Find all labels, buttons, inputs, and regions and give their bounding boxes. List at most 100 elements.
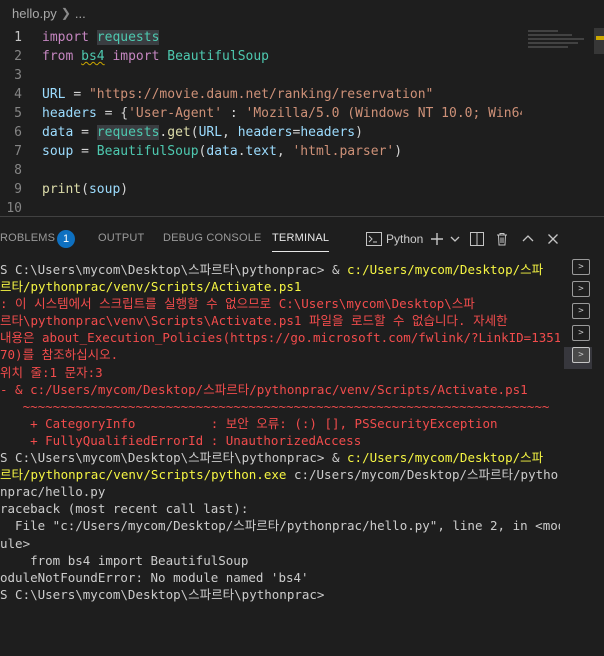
code-line-8: 8	[0, 161, 522, 180]
code-editor[interactable]: 1 import requests 2 from bs4 import Beau…	[0, 28, 522, 214]
terminal-tab-icon[interactable]: >	[572, 347, 590, 363]
terminal-line: raceback (most recent call last):	[0, 500, 560, 517]
code-token: requests	[96, 30, 160, 45]
terminal-text: 르타/pythonprac/venv/Scripts/Activate.ps1	[0, 279, 302, 295]
terminal-text: c:/Users/mycom/Desktop/스파	[347, 262, 544, 277]
code-token: from	[42, 49, 74, 64]
terminal-line: 위치 줄:1 문자:3	[0, 364, 560, 381]
code-line-5: 5 headers = {'User-Agent' : 'Mozilla/5.0…	[0, 104, 522, 123]
code-line-7: 7 soup = BeautifulSoup(data.text, 'html.…	[0, 142, 522, 161]
line-number: 1	[14, 30, 22, 45]
split-terminal-button[interactable]	[470, 229, 484, 249]
line-number: 6	[14, 125, 22, 140]
terminal-list: > > > > >	[564, 259, 594, 369]
terminal-text: 르타/pythonprac/venv/Scripts/python.exe	[0, 467, 294, 483]
terminal-text: 위치 줄:1 문자:3	[0, 364, 103, 380]
terminal-text: - & c:/Users/mycom/Desktop/스파르타/pythonpr…	[0, 381, 528, 397]
terminal-profile-label: Python	[386, 232, 424, 246]
tab-terminal[interactable]: TERMINAL	[272, 232, 330, 252]
code-line-4: 4 URL = "https://movie.daum.net/ranking/…	[0, 85, 522, 104]
maximize-panel-button[interactable]	[522, 229, 534, 249]
terminal-text: : 이 시스템에서 스크립트를 실행할 수 없으므로 C:\Users\myco…	[0, 296, 475, 312]
trash-icon	[497, 233, 507, 246]
code-token: .	[237, 144, 246, 159]
code-token: {	[120, 106, 129, 121]
terminal-text: nprac/hello.py	[0, 484, 106, 500]
code-token: BeautifulSoup	[96, 144, 199, 159]
terminal-text: S C:\Users\mycom\Desktop\스파르타\pythonprac…	[0, 586, 325, 602]
terminal-tab-icon[interactable]: >	[572, 303, 590, 319]
terminal-output[interactable]: S C:\Users\mycom\Desktop\스파르타\pythonprac…	[0, 261, 560, 656]
tab-problems[interactable]: ROBLEMS	[0, 232, 55, 244]
editor-scrollbar[interactable]	[594, 28, 604, 54]
code-token: )	[120, 182, 129, 197]
terminal-line: + CategoryInfo : 보안 오류: (:) [], PSSecuri…	[0, 415, 560, 432]
terminal-text: ule>	[0, 535, 31, 551]
terminal-icon	[366, 232, 382, 246]
breadcrumb-file[interactable]: hello.py	[12, 6, 57, 21]
code-token: headers	[42, 106, 97, 121]
terminal-line: from bs4 import BeautifulSoup	[0, 552, 560, 569]
minimap[interactable]	[528, 28, 590, 58]
code-line-1: 1 import requests	[0, 28, 522, 47]
code-token: 'Mozilla/5.0 (Windows NT 10.0; Win64	[245, 106, 522, 121]
line-number: 2	[14, 49, 22, 64]
terminal-tab-icon[interactable]: >	[572, 325, 590, 341]
terminal-text: 르타\pythonprac\venv\Scripts\Activate.ps1 …	[0, 313, 508, 329]
close-panel-button[interactable]	[547, 229, 559, 249]
terminal-tab-icon[interactable]: >	[572, 281, 590, 297]
code-token: soup	[42, 144, 74, 159]
code-token: ,	[276, 144, 285, 159]
chevron-right-icon: ❯	[60, 6, 71, 20]
terminal-line: 70)를 참조하십시오.	[0, 346, 560, 363]
breadcrumb: hello.py ❯ ...	[0, 0, 604, 26]
split-icon	[470, 232, 484, 246]
code-token: )	[394, 144, 403, 159]
terminal-text: File "c:/Users/mycom/Desktop/스파르타/python…	[0, 518, 560, 534]
code-token: print	[42, 182, 82, 197]
terminal-line: ule>	[0, 535, 560, 552]
code-token: bs4	[81, 49, 105, 64]
code-line-3: 3	[0, 66, 522, 85]
code-token: 'User-Agent'	[128, 106, 223, 121]
code-line-2: 2 from bs4 import BeautifulSoup	[0, 47, 522, 66]
code-token: text	[245, 144, 277, 159]
terminal-line: ~~~~~~~~~~~~~~~~~~~~~~~~~~~~~~~~~~~~~~~~…	[0, 398, 560, 415]
code-token: import	[112, 49, 160, 64]
terminal-text: raceback (most recent call last):	[0, 501, 249, 517]
code-line-10: 10	[0, 199, 522, 214]
bottom-panel: ROBLEMS 1 OUTPUT DEBUG CONSOLE TERMINAL …	[0, 216, 604, 656]
terminal-text: + CategoryInfo : 보안 오류: (:) [], PSSecuri…	[0, 415, 498, 431]
line-number: 7	[14, 144, 22, 159]
code-token: requests	[96, 125, 160, 140]
code-token: data	[206, 144, 238, 159]
code-token: URL	[198, 125, 223, 140]
code-token: BeautifulSoup	[167, 49, 269, 64]
code-token: :	[229, 106, 238, 121]
terminal-line: nprac/hello.py	[0, 483, 560, 500]
terminal-line: File "c:/Users/mycom/Desktop/스파르타/python…	[0, 517, 560, 534]
chevron-down-icon	[450, 236, 460, 242]
code-token: )	[355, 125, 363, 140]
terminal-text: S C:\Users\mycom\Desktop\스파르타\pythonprac…	[0, 262, 348, 277]
code-token: =	[81, 144, 89, 159]
tab-output[interactable]: OUTPUT	[98, 232, 144, 244]
terminal-text: + FullyQualifiedErrorId : UnauthorizedAc…	[0, 432, 362, 448]
kill-terminal-button[interactable]	[496, 229, 508, 249]
code-token: 'html.parser'	[292, 144, 395, 159]
code-token: get	[167, 125, 191, 140]
terminal-line: 내용은 about_Execution_Policies(https://go.…	[0, 329, 560, 346]
code-line-9: 9 print(soup)	[0, 180, 522, 199]
terminal-dropdown-button[interactable]	[450, 229, 460, 249]
breadcrumb-more[interactable]: ...	[75, 6, 86, 21]
terminal-text: 70)를 참조하십시오.	[0, 347, 119, 363]
code-token: ,	[222, 125, 230, 140]
tab-debug-console[interactable]: DEBUG CONSOLE	[163, 232, 262, 244]
terminal-text: oduleNotFoundError: No module named 'bs4…	[0, 569, 309, 585]
line-number: 3	[14, 68, 22, 83]
terminal-line: 르타/pythonprac/venv/Scripts/Activate.ps1	[0, 278, 560, 295]
code-line-6: 6 data = requests.get(URL, headers=heade…	[0, 123, 522, 142]
terminal-profile-button[interactable]: Python	[366, 229, 423, 249]
terminal-tab-icon[interactable]: >	[572, 259, 590, 275]
new-terminal-button[interactable]	[430, 229, 444, 249]
